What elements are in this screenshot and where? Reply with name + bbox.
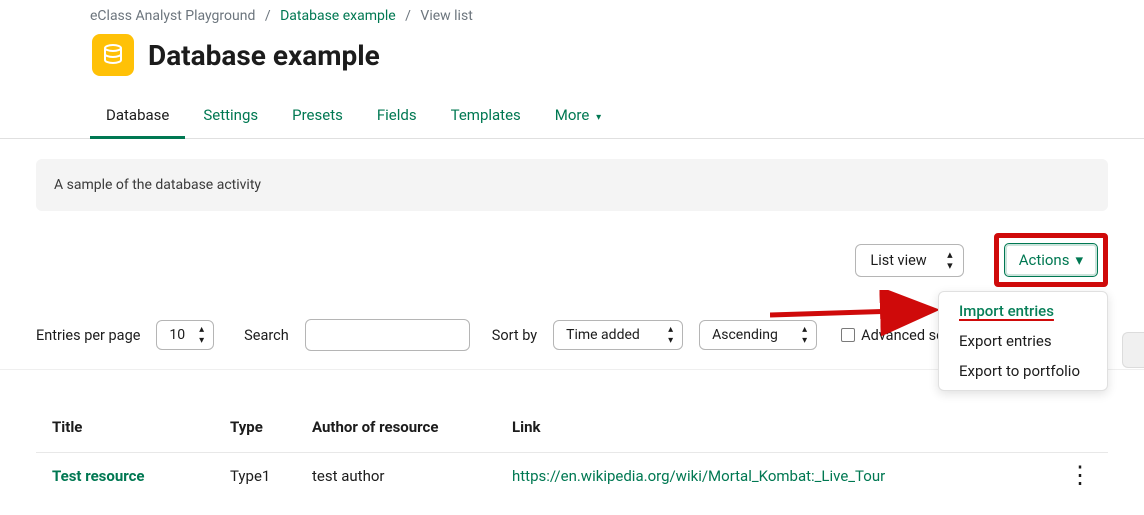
actions-menu: Import entries Export entries Export to … xyxy=(938,291,1108,391)
sort-by-value: Time added xyxy=(566,327,640,343)
tabs: Database Settings Presets Fields Templat… xyxy=(0,94,1144,139)
actions-button[interactable]: Actions ▾ xyxy=(1004,243,1098,277)
sort-icon: ▴▾ xyxy=(802,324,807,346)
sort-order-value: Ascending xyxy=(712,327,778,343)
actions-menu-export[interactable]: Export entries xyxy=(939,326,1107,356)
save-settings-button-partial[interactable] xyxy=(1122,332,1144,368)
chevron-down-icon: ▾ xyxy=(596,112,601,123)
checkbox-icon xyxy=(841,328,855,342)
tab-more[interactable]: More ▾ xyxy=(553,94,603,138)
row-menu-icon[interactable]: ⋮ xyxy=(1062,472,1092,479)
row-author: test author xyxy=(312,467,512,485)
row-link[interactable]: https://en.wikipedia.org/wiki/Mortal_Kom… xyxy=(512,467,1062,485)
tab-templates[interactable]: Templates xyxy=(449,94,523,138)
activity-description: A sample of the database activity xyxy=(36,159,1108,211)
view-mode-select[interactable]: List view ▴▾ xyxy=(855,244,963,277)
page-title: Database example xyxy=(148,39,380,72)
entries-per-page-select[interactable]: 10 ▴▾ xyxy=(156,320,214,350)
breadcrumb: eClass Analyst Playground / Database exa… xyxy=(0,4,1144,34)
th-type[interactable]: Type xyxy=(230,418,312,436)
search-label: Search xyxy=(244,327,289,344)
actions-menu-portfolio[interactable]: Export to portfolio xyxy=(939,356,1107,386)
entries-table: Title Type Author of resource Link Test … xyxy=(18,406,1126,485)
sort-icon: ▴▾ xyxy=(947,249,953,271)
chevron-down-icon: ▾ xyxy=(1075,251,1083,269)
tab-database[interactable]: Database xyxy=(104,94,171,138)
sort-by-label: Sort by xyxy=(492,327,537,344)
actions-button-label: Actions xyxy=(1019,251,1070,269)
entries-per-page-label: Entries per page xyxy=(36,327,140,344)
row-type: Type1 xyxy=(230,467,312,485)
sort-order-select[interactable]: Ascending ▴▾ xyxy=(699,320,817,350)
row-title[interactable]: Test resource xyxy=(52,467,230,485)
actions-menu-import[interactable]: Import entries xyxy=(939,296,1107,326)
breadcrumb-root[interactable]: eClass Analyst Playground xyxy=(90,8,255,24)
database-icon xyxy=(92,34,134,76)
th-title[interactable]: Title xyxy=(52,418,230,436)
breadcrumb-current: View list xyxy=(420,8,472,24)
entries-per-page-value: 10 xyxy=(169,327,185,343)
breadcrumb-mid[interactable]: Database example xyxy=(280,8,396,24)
sort-icon: ▴▾ xyxy=(668,324,673,346)
th-link[interactable]: Link xyxy=(512,418,1062,436)
tab-more-label: More xyxy=(555,106,590,124)
tab-fields[interactable]: Fields xyxy=(375,94,419,138)
table-row: Test resource Type1 test author https://… xyxy=(36,453,1108,485)
actions-highlight-box: Actions ▾ xyxy=(994,233,1108,287)
tab-presets[interactable]: Presets xyxy=(290,94,345,138)
search-input[interactable] xyxy=(305,319,470,351)
view-mode-label: List view xyxy=(870,252,926,269)
sort-by-select[interactable]: Time added ▴▾ xyxy=(553,320,683,350)
tab-settings[interactable]: Settings xyxy=(201,94,260,138)
sort-icon: ▴▾ xyxy=(199,324,204,346)
th-author[interactable]: Author of resource xyxy=(312,418,512,436)
